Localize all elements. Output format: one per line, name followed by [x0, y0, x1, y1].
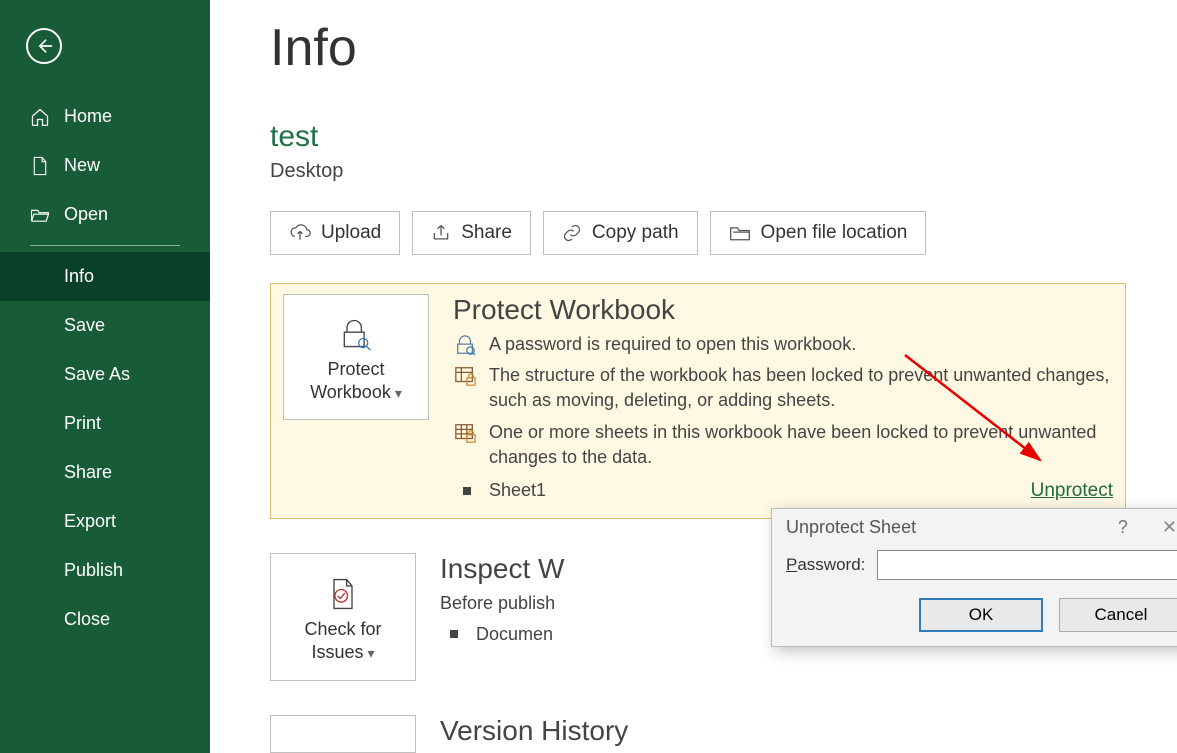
sidebar-item-open[interactable]: Open — [0, 190, 210, 239]
page-title: Info — [270, 18, 1177, 78]
ok-button[interactable]: OK — [919, 598, 1043, 632]
protect-line-3: One or more sheets in this workbook have… — [489, 420, 1113, 470]
sidebar-item-publish[interactable]: Publish — [0, 546, 210, 595]
sidebar-item-home[interactable]: Home — [0, 92, 210, 141]
open-icon — [30, 205, 50, 225]
sidebar-separator — [30, 245, 180, 246]
dialog-close-button[interactable]: ✕ — [1156, 517, 1177, 538]
protect-line-2: The structure of the workbook has been l… — [489, 363, 1113, 413]
sidebar-item-label: Save As — [64, 364, 130, 385]
sidebar-item-label: Publish — [64, 560, 123, 581]
new-icon — [30, 156, 50, 176]
unprotect-sheet-dialog: Unprotect Sheet ? ✕ Password: OK Cancel — [771, 508, 1177, 647]
sidebar-item-close[interactable]: Close — [0, 595, 210, 644]
sidebar-item-label: Save — [64, 315, 105, 336]
sidebar-item-new[interactable]: New — [0, 141, 210, 190]
file-actions: Upload Share Copy path Open file locatio… — [270, 211, 1177, 255]
home-icon — [30, 107, 50, 127]
version-history-heading: Version History — [440, 715, 628, 747]
password-input[interactable] — [877, 550, 1177, 580]
check-issues-label-1: Check for — [304, 618, 381, 641]
sidebar-item-label: Export — [64, 511, 116, 532]
sidebar-item-share[interactable]: Share — [0, 448, 210, 497]
protect-workbook-panel: Protect Workbook ▾ Protect Workbook A pa… — [270, 283, 1126, 519]
sidebar-item-label: Open — [64, 204, 108, 225]
document-name: test — [270, 120, 1177, 154]
document-check-icon — [326, 576, 360, 612]
sheets-locked-icon — [453, 420, 477, 470]
password-required-icon — [453, 332, 477, 357]
lock-key-icon — [338, 316, 374, 352]
protect-workbook-label-1: Protect — [310, 358, 402, 381]
dialog-help-button[interactable]: ? — [1118, 517, 1128, 538]
structure-locked-icon — [453, 363, 477, 413]
upload-icon — [289, 223, 311, 243]
locked-sheet-name: Sheet1 — [489, 480, 546, 501]
upload-button[interactable]: Upload — [270, 211, 400, 255]
dialog-titlebar[interactable]: Unprotect Sheet ? ✕ — [772, 509, 1177, 546]
sidebar-item-export[interactable]: Export — [0, 497, 210, 546]
sidebar-item-label: Close — [64, 609, 110, 630]
sidebar-item-print[interactable]: Print — [0, 399, 210, 448]
password-label: Password: — [786, 555, 865, 575]
inspect-subtext: Before publish — [440, 593, 564, 614]
sidebar-item-label: Home — [64, 106, 112, 127]
sidebar-item-label: Info — [64, 266, 94, 287]
backstage-sidebar: Home New Open Info Save Save As Print — [0, 0, 210, 753]
protect-workbook-label-2: Workbook — [310, 381, 391, 404]
link-icon — [562, 223, 582, 243]
copy-path-button[interactable]: Copy path — [543, 211, 698, 255]
protect-workbook-button[interactable]: Protect Workbook ▾ — [283, 294, 429, 420]
upload-label: Upload — [321, 222, 381, 244]
cancel-button[interactable]: Cancel — [1059, 598, 1177, 632]
share-button[interactable]: Share — [412, 211, 531, 255]
version-history-section: Version History — [270, 715, 1126, 753]
bullet-icon — [450, 630, 458, 638]
unprotect-link[interactable]: Unprotect — [1031, 480, 1113, 502]
bullet-icon — [463, 487, 471, 495]
version-history-button[interactable] — [270, 715, 416, 753]
sidebar-item-label: Share — [64, 462, 112, 483]
document-location: Desktop — [270, 160, 1177, 183]
check-issues-label-2: Issues — [311, 641, 363, 664]
sidebar-item-info[interactable]: Info — [0, 252, 210, 301]
share-label: Share — [461, 222, 512, 244]
sidebar-item-save-as[interactable]: Save As — [0, 350, 210, 399]
info-page: Info test Desktop Upload Share Copy path… — [210, 0, 1177, 753]
folder-icon — [729, 224, 751, 242]
sidebar-item-label: New — [64, 155, 100, 176]
chevron-down-icon: ▾ — [395, 384, 402, 402]
back-button[interactable] — [26, 28, 62, 64]
sidebar-item-save[interactable]: Save — [0, 301, 210, 350]
protect-line-1: A password is required to open this work… — [489, 332, 856, 357]
inspect-bullet-1: Documen — [476, 624, 553, 645]
chevron-down-icon: ▾ — [368, 644, 375, 662]
dialog-title: Unprotect Sheet — [786, 517, 916, 538]
inspect-heading: Inspect W — [440, 553, 564, 585]
copy-path-label: Copy path — [592, 222, 679, 244]
check-for-issues-button[interactable]: Check for Issues ▾ — [270, 553, 416, 681]
sidebar-item-label: Print — [64, 413, 101, 434]
protect-workbook-heading: Protect Workbook — [453, 294, 1113, 326]
open-file-location-button[interactable]: Open file location — [710, 211, 927, 255]
open-file-location-label: Open file location — [761, 222, 908, 244]
share-icon — [431, 223, 451, 243]
